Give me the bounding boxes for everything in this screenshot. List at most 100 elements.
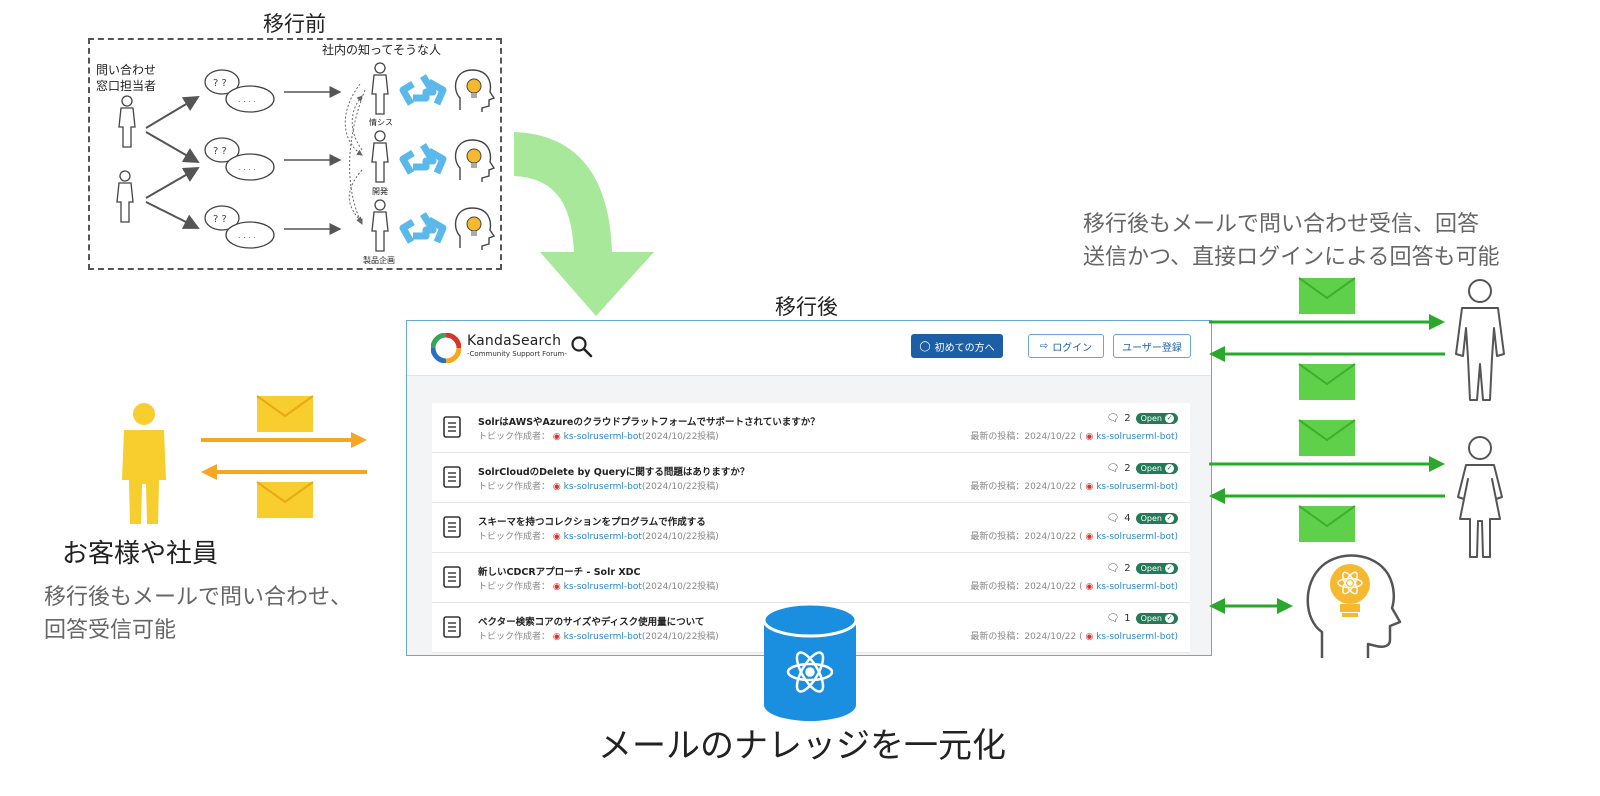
recycle-icon bbox=[403, 76, 443, 104]
reply-count: 2 bbox=[1124, 463, 1131, 474]
topic-stats: 🗨 2 Open ✓ bbox=[1107, 563, 1178, 574]
customer-person-icon bbox=[122, 403, 166, 524]
check-icon: ✓ bbox=[1165, 564, 1174, 573]
check-icon: ✓ bbox=[1165, 614, 1174, 623]
person-icon bbox=[371, 130, 389, 183]
latest-date: 2024/10/22 ( bbox=[1024, 632, 1083, 642]
idea-head-icon bbox=[454, 69, 495, 113]
recycle-icon bbox=[403, 145, 443, 173]
bot-avatar-icon: ◉ bbox=[1085, 482, 1094, 492]
reply-icon: 🗨 bbox=[1106, 613, 1120, 624]
status-badge: Open ✓ bbox=[1135, 613, 1178, 624]
responder-female-icon bbox=[1457, 436, 1503, 558]
topic-latest: 最新の投稿：2024/10/22 ( ◉ ks-solruserml-bot) bbox=[970, 529, 1178, 542]
right-note-line1: 移行後もメールで問い合わせ受信、回答 bbox=[1083, 212, 1480, 237]
latest-prefix: 最新の投稿： bbox=[970, 482, 1025, 492]
status-badge: Open ✓ bbox=[1135, 563, 1178, 574]
latest-link[interactable]: ks-solruserml-bot) bbox=[1096, 432, 1178, 442]
creator-link[interactable]: ks-solruserml-bot bbox=[564, 432, 642, 442]
status-badge: Open ✓ bbox=[1135, 463, 1178, 474]
customer-note: 移行後もメールで問い合わせ、 回答受信可能 bbox=[44, 581, 352, 647]
document-icon bbox=[443, 416, 461, 438]
creator-prefix: トピック作成者： bbox=[478, 432, 551, 442]
first-time-button[interactable]: ◯ 初めての方へ bbox=[911, 334, 1003, 358]
bot-avatar-icon: ◉ bbox=[552, 432, 561, 442]
status-badge: Open ✓ bbox=[1135, 413, 1178, 424]
bot-avatar-icon: ◉ bbox=[1085, 432, 1094, 442]
topic-row[interactable]: スキーマを持つコレクションをプログラムで作成する トピック作成者： ◉ ks-s… bbox=[432, 503, 1190, 553]
bot-avatar-icon: ◉ bbox=[552, 532, 561, 542]
responder-male-icon bbox=[1455, 279, 1505, 401]
mail-icon bbox=[1298, 277, 1356, 314]
latest-date: 2024/10/22 ( bbox=[1024, 482, 1083, 492]
posted-date: (2024/10/22投稿) bbox=[641, 482, 719, 492]
topic-title[interactable]: SolrはAWSやAzureのクラウドプラットフォームでサポートされていますか？ bbox=[478, 414, 820, 428]
posted-date: (2024/10/22投稿) bbox=[641, 432, 719, 442]
status-text: Open bbox=[1140, 414, 1162, 423]
latest-link[interactable]: ks-solruserml-bot) bbox=[1096, 532, 1178, 542]
idea-head-icon bbox=[454, 139, 495, 183]
document-icon bbox=[443, 616, 461, 638]
question-bubble-icon bbox=[204, 205, 275, 249]
mail-icon bbox=[1298, 419, 1356, 456]
topic-title[interactable]: SolrCloudのDelete by Queryに関する問題はありますか？ bbox=[478, 464, 749, 478]
mail-icon bbox=[256, 481, 314, 518]
kandasearch-logo-icon bbox=[431, 333, 461, 363]
creator-prefix: トピック作成者： bbox=[478, 532, 551, 542]
bot-avatar-icon: ◉ bbox=[1085, 532, 1094, 542]
role-label: 製品企画 bbox=[363, 256, 395, 265]
creator-link[interactable]: ks-solruserml-bot bbox=[564, 532, 642, 542]
topic-stats: 🗨 2 Open ✓ bbox=[1107, 413, 1178, 424]
bot-avatar-icon: ◉ bbox=[552, 482, 561, 492]
transition-arrow-icon bbox=[514, 132, 654, 316]
search-icon[interactable] bbox=[571, 336, 593, 358]
creator-prefix: トピック作成者： bbox=[478, 632, 551, 642]
reply-icon: 🗨 bbox=[1106, 563, 1120, 574]
unify-knowledge-label: メールのナレッジを一元化 bbox=[598, 726, 1006, 766]
role-label: 開発 bbox=[372, 187, 388, 196]
topic-row[interactable]: 新しいCDCRアプローチ - Solr XDC トピック作成者： ◉ ks-so… bbox=[432, 553, 1190, 603]
contact-person-icon bbox=[118, 95, 136, 148]
topic-title[interactable]: 新しいCDCRアプローチ - Solr XDC bbox=[478, 564, 641, 578]
creator-link[interactable]: ks-solruserml-bot bbox=[564, 632, 642, 642]
latest-link[interactable]: ks-solruserml-bot) bbox=[1096, 582, 1178, 592]
creator-prefix: トピック作成者： bbox=[478, 482, 551, 492]
bot-avatar-icon: ◉ bbox=[552, 632, 561, 642]
reply-count: 1 bbox=[1124, 613, 1131, 624]
topic-stats: 🗨 4 Open ✓ bbox=[1107, 513, 1178, 524]
mail-icon bbox=[1298, 363, 1356, 400]
reply-icon: 🗨 bbox=[1106, 463, 1120, 474]
topic-title[interactable]: スキーマを持つコレクションをプログラムで作成する bbox=[478, 514, 706, 528]
posted-date: (2024/10/22投稿) bbox=[641, 532, 719, 542]
check-icon: ✓ bbox=[1165, 414, 1174, 423]
reply-count: 2 bbox=[1124, 563, 1131, 574]
idea-head-icon bbox=[454, 207, 495, 251]
latest-link[interactable]: ks-solruserml-bot) bbox=[1096, 482, 1178, 492]
status-text: Open bbox=[1140, 464, 1162, 473]
person-icon bbox=[371, 199, 389, 252]
login-button[interactable]: ⇨ ログイン bbox=[1028, 334, 1104, 358]
latest-link[interactable]: ks-solruserml-bot) bbox=[1096, 632, 1178, 642]
register-button[interactable]: ユーザー登録 bbox=[1113, 334, 1191, 358]
latest-prefix: 最新の投稿： bbox=[970, 632, 1025, 642]
check-icon: ✓ bbox=[1165, 514, 1174, 523]
posted-date: (2024/10/22投稿) bbox=[641, 582, 719, 592]
reply-count: 4 bbox=[1124, 513, 1131, 524]
topic-creator: トピック作成者： ◉ ks-solruserml-bot(2024/10/22投… bbox=[478, 479, 719, 492]
login-button-label: ログイン bbox=[1052, 342, 1093, 354]
topic-latest: 最新の投稿：2024/10/22 ( ◉ ks-solruserml-bot) bbox=[970, 629, 1178, 642]
topic-creator: トピック作成者： ◉ ks-solruserml-bot(2024/10/22投… bbox=[478, 429, 719, 442]
brand-subtitle: -Community Support Forum- bbox=[467, 350, 567, 358]
latest-date: 2024/10/22 ( bbox=[1024, 532, 1083, 542]
topic-row[interactable]: SolrはAWSやAzureのクラウドプラットフォームでサポートされていますか？… bbox=[432, 403, 1190, 453]
reply-icon: 🗨 bbox=[1106, 413, 1120, 424]
topic-title[interactable]: ベクター検索コアのサイズやディスク使用量について bbox=[478, 614, 704, 628]
customer-label: お客様や社員 bbox=[62, 539, 219, 569]
customer-mail-exchange bbox=[201, 395, 367, 518]
app-header: KandaSearch -Community Support Forum- ◯ … bbox=[407, 321, 1211, 376]
creator-link[interactable]: ks-solruserml-bot bbox=[564, 582, 642, 592]
bot-avatar-icon: ◉ bbox=[552, 582, 561, 592]
topic-row[interactable]: SolrCloudのDelete by Queryに関する問題はありますか？ ト… bbox=[432, 453, 1190, 503]
mail-icon bbox=[1298, 505, 1356, 542]
creator-link[interactable]: ks-solruserml-bot bbox=[564, 482, 642, 492]
